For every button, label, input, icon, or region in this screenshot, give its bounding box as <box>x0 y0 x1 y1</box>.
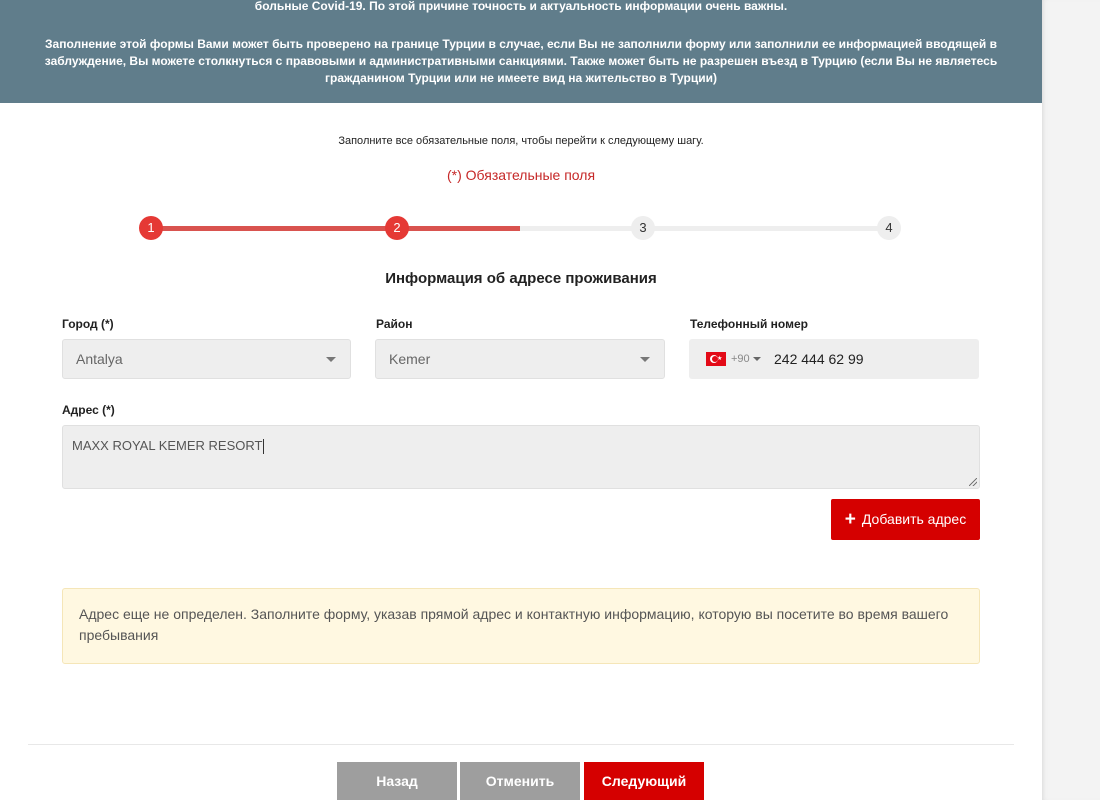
city-select[interactable]: Antalya <box>62 339 351 379</box>
step-3: 3 <box>631 216 655 240</box>
step-2: 2 <box>385 216 409 240</box>
banner-line-1: больные Covid-19. По этой причине точнос… <box>254 0 788 13</box>
country-code[interactable]: +90 <box>731 339 750 379</box>
chevron-down-icon <box>326 357 336 362</box>
address-warning: Адрес еще не определен. Заполните форму,… <box>62 588 980 664</box>
city-label: Город (*) <box>62 317 114 331</box>
back-button[interactable]: Назад <box>337 762 457 800</box>
chevron-down-icon <box>640 357 650 362</box>
stepper-track-fill <box>151 226 520 231</box>
plus-icon: + <box>844 509 856 530</box>
section-title: Информация об адресе проживания <box>385 270 657 287</box>
step-1: 1 <box>139 216 163 240</box>
district-select-value: Kemer <box>389 351 431 367</box>
add-address-label: Добавить адрес <box>861 511 967 527</box>
city-select-value: Antalya <box>76 351 123 367</box>
phone-field[interactable]: ★ +90 242 444 62 99 <box>689 339 979 379</box>
footer-divider <box>28 744 1014 745</box>
add-address-button[interactable]: + Добавить адрес <box>831 499 980 540</box>
phone-label: Телефонный номер <box>690 317 808 331</box>
turkey-flag-icon[interactable]: ★ <box>706 352 726 366</box>
resize-handle-icon[interactable] <box>969 478 977 486</box>
address-textarea[interactable]: MAXX ROYAL KEMER RESORT <box>62 425 980 489</box>
district-label: Район <box>376 317 413 331</box>
next-button[interactable]: Следующий <box>584 762 704 800</box>
progress-stepper: 1 2 3 4 <box>139 216 901 240</box>
required-fields-note: (*) Обязательные поля <box>446 167 596 183</box>
address-value: MAXX ROYAL KEMER RESORT <box>72 438 263 453</box>
required-fields-hint: Заполните все обязательные поля, чтобы п… <box>338 135 704 147</box>
step-4: 4 <box>877 216 901 240</box>
notice-banner: больные Covid-19. По этой причине точнос… <box>0 0 1042 103</box>
phone-input[interactable]: 242 444 62 99 <box>774 339 864 379</box>
district-select[interactable]: Kemer <box>375 339 665 379</box>
form-page: больные Covid-19. По этой причине точнос… <box>0 0 1042 800</box>
chevron-down-icon[interactable] <box>753 357 761 361</box>
page-gutter <box>1042 0 1100 800</box>
text-cursor <box>263 439 265 455</box>
banner-paragraph-2: Заполнение этой формы Вами может быть пр… <box>44 37 998 85</box>
address-label: Адрес (*) <box>62 403 115 417</box>
cancel-button[interactable]: Отменить <box>460 762 580 800</box>
